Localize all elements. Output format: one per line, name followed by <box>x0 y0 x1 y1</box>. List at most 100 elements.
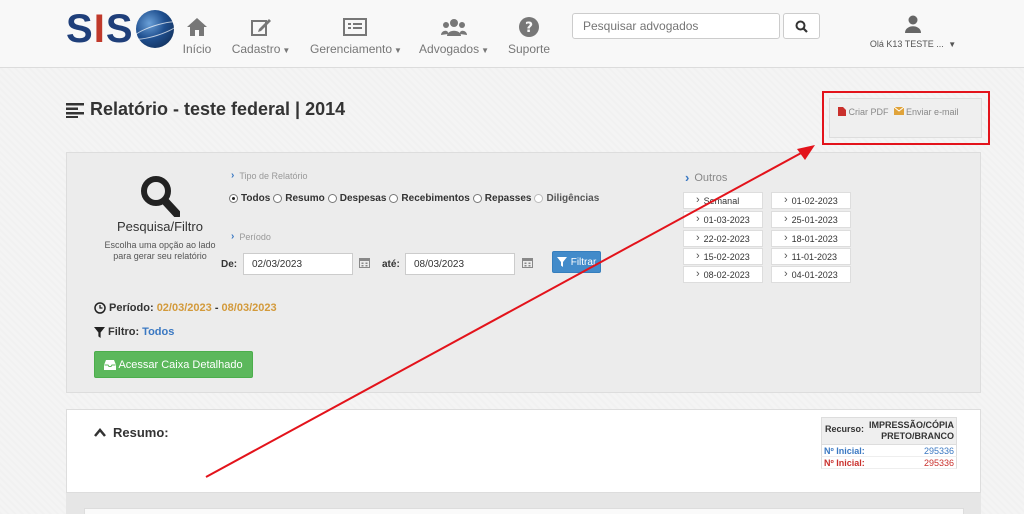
outro-link[interactable]: 18-01-2023 <box>771 230 851 247</box>
tipo-relatorio-label: › Tipo de Relatório <box>231 170 308 181</box>
clock-icon <box>94 302 106 314</box>
chevron-up-icon <box>94 428 106 437</box>
filter-icon <box>556 257 567 267</box>
periodo-end: 08/03/2023 <box>221 302 277 314</box>
outros-label: › Outros <box>685 170 727 185</box>
outro-link[interactable]: 01-03-2023 <box>683 211 763 228</box>
date-from-input[interactable] <box>243 253 353 275</box>
table-row: Nº Inicial: 295336 <box>821 457 957 469</box>
filtro-summary-value[interactable]: Todos <box>142 326 174 338</box>
filter-icon <box>94 326 105 338</box>
outro-link[interactable]: 25-01-2023 <box>771 211 851 228</box>
report-type-radios: Todos Resumo Despesas Recebimentos Repas… <box>229 193 602 204</box>
page-title: Relatório - teste federal | 2014 <box>66 99 345 120</box>
row-label: Nº Inicial: <box>824 445 865 456</box>
table-row: Nº Inicial: 295336 <box>821 445 957 457</box>
outro-link[interactable]: 01-02-2023 <box>771 192 851 209</box>
home-icon <box>187 18 207 36</box>
search-help-line-1: Escolha uma opção ao lado <box>104 240 216 250</box>
radio-dot <box>389 194 399 203</box>
outro-link[interactable]: 04-01-2023 <box>771 266 851 283</box>
radio-dot <box>327 194 337 203</box>
user-greeting: Olá K13 TESTE ... <box>869 39 944 49</box>
highlight-box <box>822 91 990 145</box>
search-input[interactable] <box>572 13 780 39</box>
logo[interactable]: S I S <box>66 9 174 49</box>
lower-panel-content <box>84 508 964 514</box>
outro-link[interactable]: 08-02-2023 <box>683 266 763 283</box>
caret-down-icon: ▼ <box>282 46 291 55</box>
row-label: Nº Inicial: <box>824 457 865 468</box>
calendar-icon[interactable] <box>359 257 370 268</box>
row-value: 295336 <box>923 445 954 456</box>
radio-dot <box>229 194 238 203</box>
radio-label: Diligências <box>546 193 600 204</box>
radio-dot <box>472 194 482 203</box>
radio-despesas[interactable]: Despesas <box>327 193 387 204</box>
nav-suporte-label: Suporte <box>508 42 551 56</box>
radio-recebimentos[interactable]: Recebimentos <box>389 193 470 204</box>
caret-down-icon: ▼ <box>394 46 402 55</box>
list-icon <box>343 18 367 36</box>
radio-label: Todos <box>241 193 271 204</box>
logo-letter-s2: S <box>105 7 134 51</box>
filter-button-label: Filtrar <box>570 256 597 268</box>
caixa-button-label: Acessar Caixa Detalhado <box>118 358 243 371</box>
nav-inicio-label: Início <box>182 42 212 56</box>
outros-text: Outros <box>694 171 728 184</box>
date-to-input[interactable] <box>405 253 515 275</box>
user-menu[interactable]: Olá K13 TESTE ... ▼ <box>862 15 964 49</box>
radio-dot <box>534 194 544 203</box>
filtro-summary: Filtro: Todos <box>94 326 174 338</box>
nav-inicio[interactable]: Início <box>182 16 212 56</box>
resumo-title: Resumo: <box>113 425 169 440</box>
filter-button[interactable]: Filtrar <box>552 251 601 273</box>
radio-label: Recebimentos <box>401 193 470 204</box>
outro-link[interactable]: 15-02-2023 <box>683 248 763 265</box>
date-to-label: até: <box>382 259 400 270</box>
radio-label: Repasses <box>484 193 532 204</box>
nav-gerenciamento-label: Gerenciamento <box>310 42 393 56</box>
caret-down-icon: ▼ <box>481 46 489 55</box>
nav-advogados-label: Advogados <box>419 42 480 56</box>
nav-advogados[interactable]: Advogados ▼ <box>419 16 489 56</box>
date-from-label: De: <box>221 259 238 270</box>
outro-link[interactable]: 22-02-2023 <box>683 230 763 247</box>
search-button[interactable] <box>783 13 820 39</box>
radio-label: Resumo <box>285 193 325 204</box>
edit-icon <box>251 19 271 36</box>
page-title-text: Relatório - teste federal | 2014 <box>90 99 346 119</box>
periodo-start: 02/03/2023 <box>156 302 212 314</box>
periodo-label: › Período <box>231 231 271 242</box>
nav-gerenciamento[interactable]: Gerenciamento ▼ <box>310 16 402 56</box>
table-row: Recurso: IMPRESSÃO/CÓPIA PRETO/BRANCO <box>821 417 957 445</box>
recurso-label: Recurso: <box>825 424 865 434</box>
filtro-summary-label: Filtro: <box>108 326 140 338</box>
radio-todos[interactable]: Todos <box>229 193 270 204</box>
nav-suporte[interactable]: ? Suporte <box>508 16 550 56</box>
nav-cadastro-label: Cadastro <box>231 42 281 56</box>
radio-dot <box>273 194 283 203</box>
outro-link-semanal[interactable]: Semanal <box>683 192 763 209</box>
recurso-value: IMPRESSÃO/CÓPIA PRETO/BRANCO <box>869 420 955 441</box>
radio-resumo[interactable]: Resumo <box>273 193 325 204</box>
search-icon <box>141 176 180 217</box>
align-left-icon <box>66 102 84 118</box>
radio-repasses[interactable]: Repasses <box>472 193 532 204</box>
chevron-right-icon: › <box>231 170 235 181</box>
calendar-icon[interactable] <box>522 257 533 268</box>
radio-diligencias[interactable]: Diligências <box>534 193 599 204</box>
inbox-icon <box>104 359 117 370</box>
periodo-summary: Período: 02/03/2023 - 08/03/2023 <box>94 302 277 314</box>
outro-link[interactable]: 11-01-2023 <box>771 248 851 265</box>
caixa-detalhado-button[interactable]: Acessar Caixa Detalhado <box>94 351 253 378</box>
periodo-separator: - <box>214 302 219 314</box>
logo-letter-s: S <box>66 7 94 51</box>
question-icon: ? <box>519 17 539 37</box>
resumo-toggle[interactable]: Resumo: <box>94 425 169 440</box>
radio-label: Despesas <box>339 193 387 204</box>
nav-cadastro[interactable]: Cadastro ▼ <box>230 16 292 56</box>
periodo-summary-label: Período: <box>109 302 154 314</box>
resumo-table: Recurso: IMPRESSÃO/CÓPIA PRETO/BRANCO Nº… <box>821 417 957 469</box>
row-value: 295336 <box>923 457 954 468</box>
